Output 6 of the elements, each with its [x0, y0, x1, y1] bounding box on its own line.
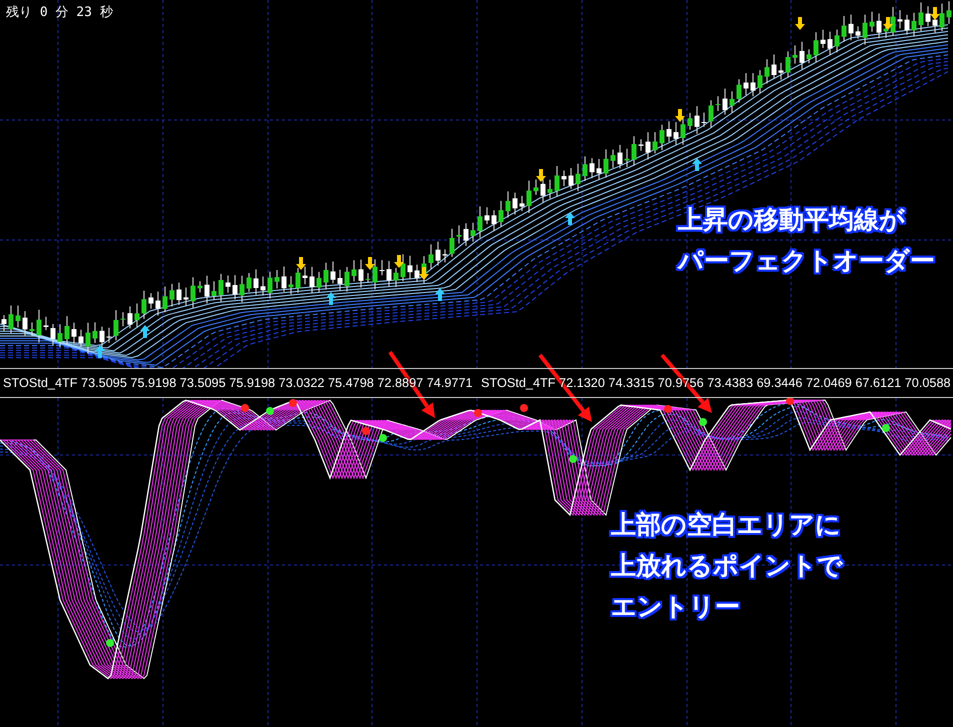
timer-text: 残り 0 分 23 秒: [6, 4, 113, 21]
annotation-text: 上部の空白エリアに: [611, 509, 842, 541]
annotation-text: 上昇の移動平均線が: [678, 204, 906, 236]
annotation-text: 上放れるポイントで: [611, 550, 843, 582]
annotation-text: エントリー: [611, 591, 741, 623]
annotation-text: パーフェクトオーダー: [678, 245, 935, 277]
